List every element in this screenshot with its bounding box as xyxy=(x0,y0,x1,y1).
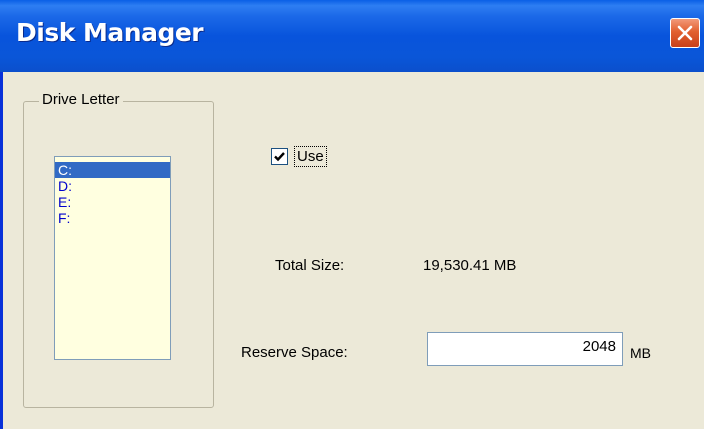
total-size-value: 19,530.41 MB xyxy=(423,257,517,274)
drive-item-e[interactable]: E: xyxy=(55,194,170,210)
drive-item-d[interactable]: D: xyxy=(55,178,170,194)
checkmark-icon xyxy=(274,152,285,162)
reserve-space-input[interactable] xyxy=(427,332,623,366)
total-size-label: Total Size: xyxy=(275,257,345,274)
drive-letter-group-label: Drive Letter xyxy=(39,91,123,108)
close-icon xyxy=(677,25,693,41)
disk-manager-window: Disk Manager Drive Letter C: D: E: F: Us… xyxy=(0,0,704,429)
drive-item-f[interactable]: F: xyxy=(55,210,170,226)
window-title: Disk Manager xyxy=(16,18,204,47)
use-checkbox-label[interactable]: Use xyxy=(294,146,327,167)
drive-item-c[interactable]: C: xyxy=(55,162,170,178)
reserve-space-unit: MB xyxy=(630,345,651,361)
title-bar[interactable]: Disk Manager xyxy=(0,0,704,72)
reserve-space-label: Reserve Space: xyxy=(241,344,348,361)
drive-letter-list[interactable]: C: D: E: F: xyxy=(54,156,171,360)
use-checkbox[interactable] xyxy=(271,148,288,165)
close-button[interactable] xyxy=(670,18,700,48)
use-checkbox-group[interactable]: Use xyxy=(271,146,327,167)
